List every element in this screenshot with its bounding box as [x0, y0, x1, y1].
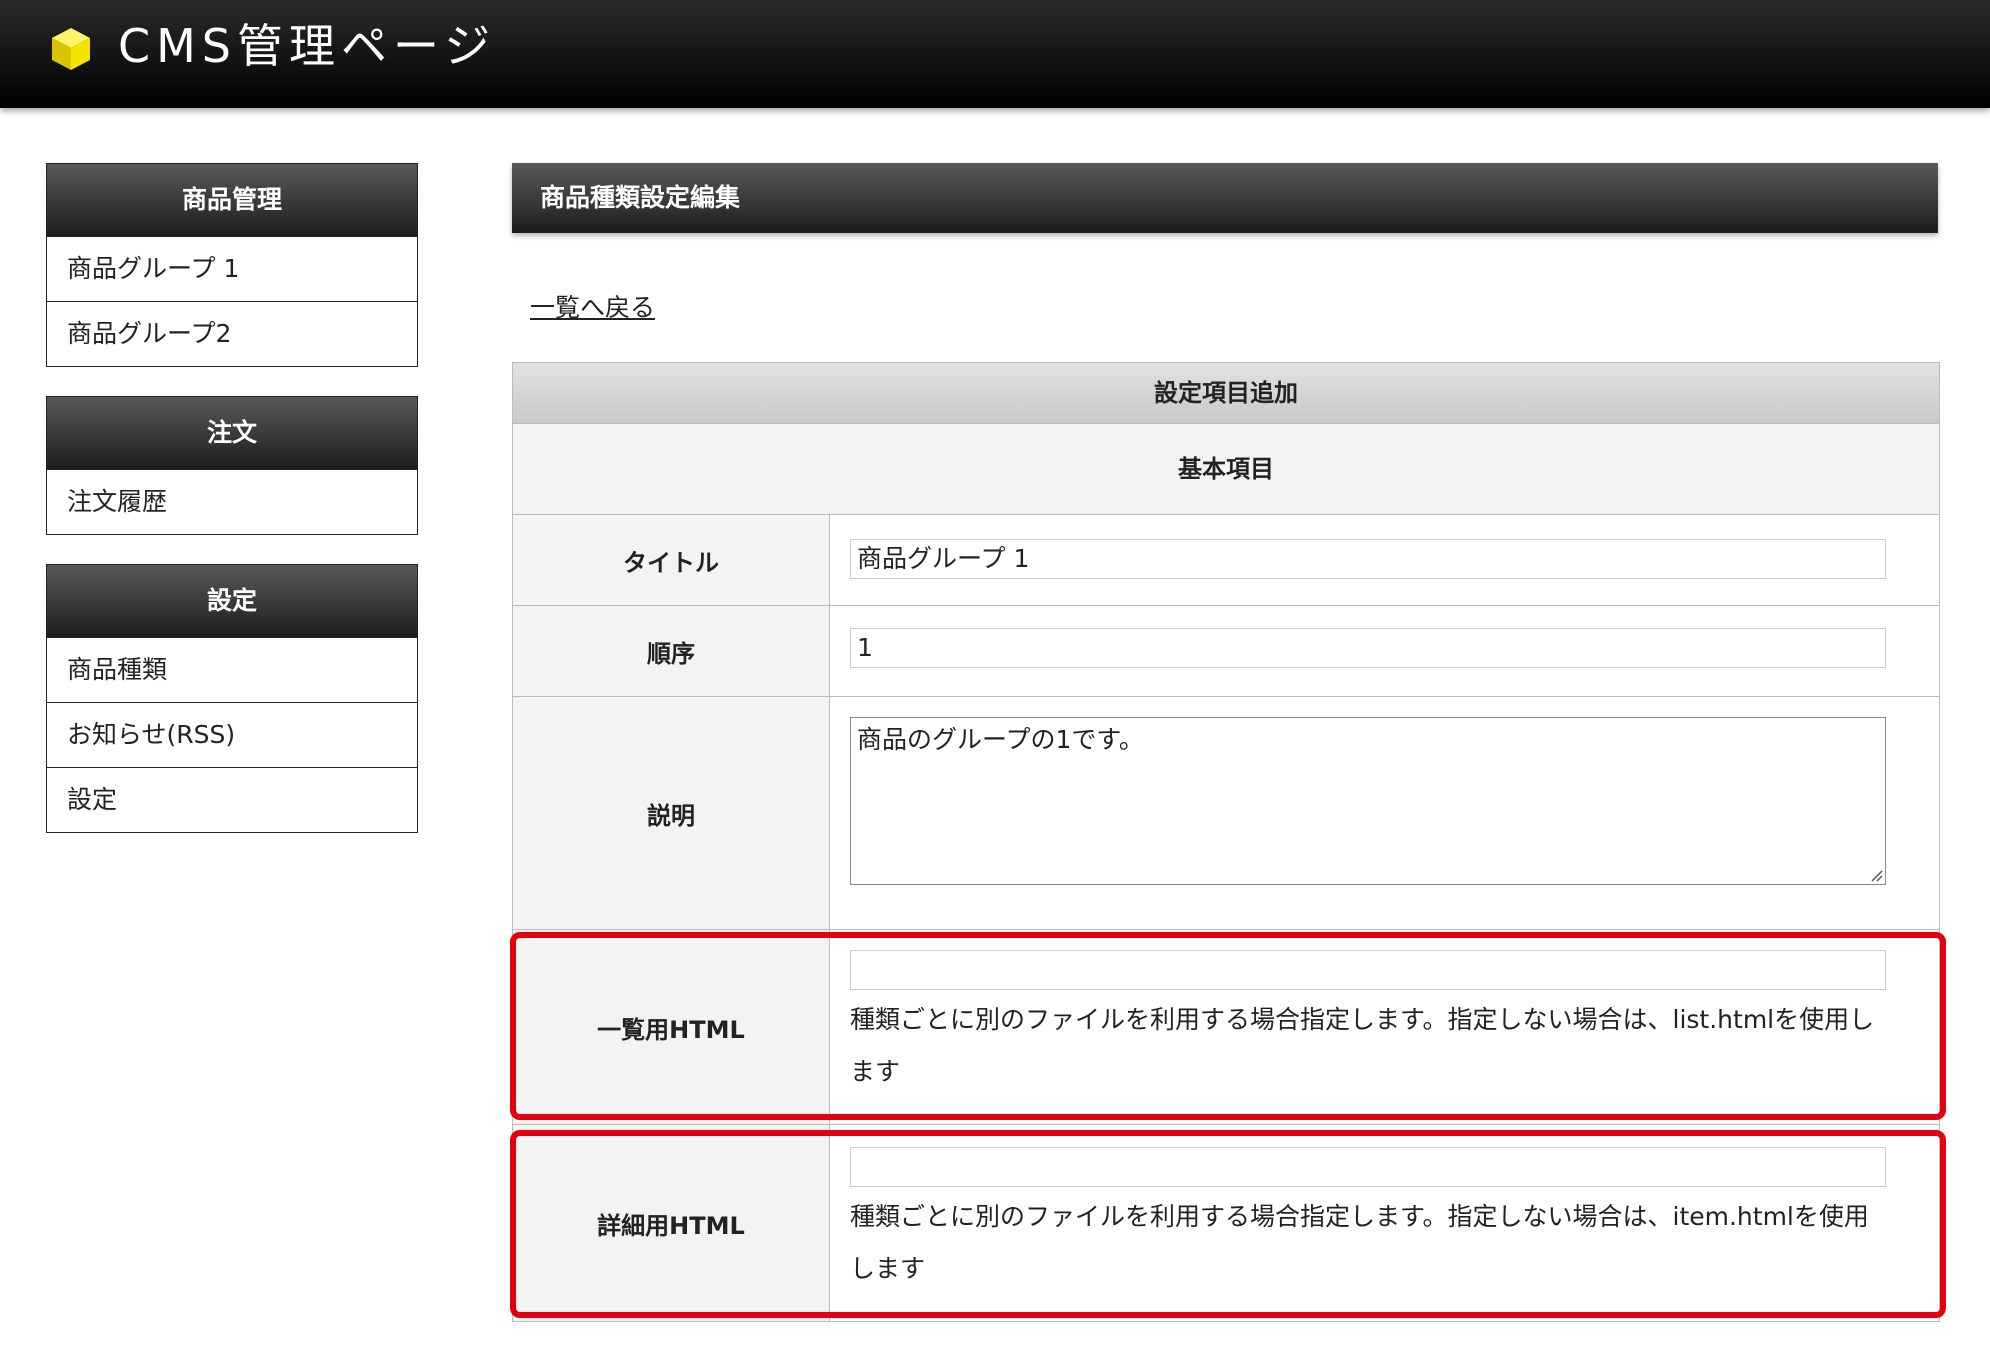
title-row: タイトル 商品グループ 1 [513, 515, 1939, 606]
settings-form: 設定項目追加 基本項目 タイトル 商品グループ 1 順序 1 説明 商品のグルー… [512, 362, 1940, 1322]
sidebar-item-product-types[interactable]: 商品種類 [47, 637, 417, 702]
detail-html-row: 詳細用HTML 種類ごとに別のファイルを利用する場合指定します。指定しない場合は… [513, 1125, 1939, 1321]
sidebar-item-product-group-2[interactable]: 商品グループ2 [47, 301, 417, 366]
detail-html-label: 詳細用HTML [513, 1125, 830, 1321]
list-html-note-line1: 種類ごとに別のファイルを利用する場合指定します。指定しない場合は、list.ht… [850, 1005, 1875, 1034]
page-title: 商品種類設定編集 [512, 163, 1938, 233]
logo-cube-icon [52, 28, 90, 70]
back-to-list-link[interactable]: 一覧へ戻る [530, 288, 655, 324]
detail-html-note-line2: します [850, 1254, 926, 1283]
list-html-note-line2: ます [850, 1057, 901, 1086]
sidebar-group-title: 設定 [47, 565, 417, 637]
sidebar-group-products: 商品管理 商品グループ 1 商品グループ2 [46, 163, 418, 367]
description-row: 説明 商品のグループの1です。 [513, 697, 1939, 930]
list-html-row: 一覧用HTML 種類ごとに別のファイルを利用する場合指定します。指定しない場合は… [513, 930, 1939, 1125]
sidebar-group-settings: 設定 商品種類 お知らせ(RSS) 設定 [46, 564, 418, 833]
order-input[interactable]: 1 [850, 628, 1886, 668]
title-label: タイトル [513, 515, 830, 605]
section-title: 設定項目追加 [513, 363, 1939, 424]
order-row: 順序 1 [513, 606, 1939, 697]
detail-html-note: 種類ごとに別のファイルを利用する場合指定します。指定しない場合は、item.ht… [850, 1191, 1919, 1295]
description-text: 商品のグループの1です。 [857, 725, 1144, 754]
detail-html-note-line1: 種類ごとに別のファイルを利用する場合指定します。指定しない場合は、item.ht… [850, 1202, 1869, 1231]
title-input[interactable]: 商品グループ 1 [850, 539, 1886, 579]
subsection-title: 基本項目 [513, 424, 1939, 515]
list-html-label: 一覧用HTML [513, 930, 830, 1124]
sidebar-group-title: 注文 [47, 397, 417, 469]
app-title: CMS管理ページ [118, 19, 497, 73]
sidebar-item-order-history[interactable]: 注文履歴 [47, 469, 417, 534]
list-html-note: 種類ごとに別のファイルを利用する場合指定します。指定しない場合は、list.ht… [850, 994, 1919, 1098]
sidebar-item-settings[interactable]: 設定 [47, 767, 417, 832]
resize-grip-icon[interactable] [1869, 868, 1883, 882]
description-textarea[interactable]: 商品のグループの1です。 [850, 717, 1886, 885]
detail-html-input[interactable] [850, 1147, 1886, 1187]
order-label: 順序 [513, 606, 830, 696]
sidebar-group-title: 商品管理 [47, 164, 417, 236]
sidebar-item-product-group-1[interactable]: 商品グループ 1 [47, 236, 417, 301]
description-label: 説明 [513, 697, 830, 929]
app-header: CMS管理ページ [0, 0, 1990, 108]
list-html-input[interactable] [850, 950, 1886, 990]
sidebar-item-news-rss[interactable]: お知らせ(RSS) [47, 702, 417, 767]
sidebar-group-orders: 注文 注文履歴 [46, 396, 418, 535]
